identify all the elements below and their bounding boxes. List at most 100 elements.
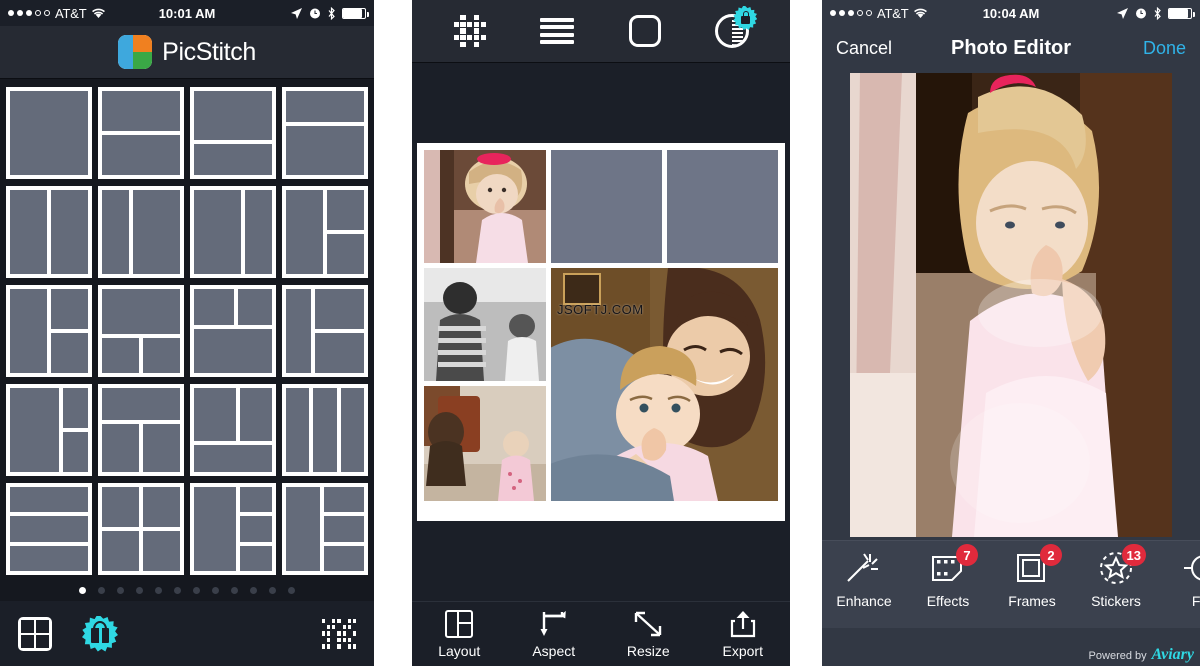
effects-tool[interactable]: 7 Effects xyxy=(906,544,990,609)
collage-editor-screen: JSOFTJ.COM Layout Aspect Resize Export xyxy=(412,0,790,666)
layout-template[interactable] xyxy=(98,483,184,575)
battery-icon xyxy=(1168,7,1195,19)
collage-bottom-tab-bar: Layout Aspect Resize Export xyxy=(412,601,790,666)
stickers-tool[interactable]: 13 Stickers xyxy=(1074,544,1158,609)
bluetooth-icon xyxy=(327,6,336,20)
collage-cell-1[interactable] xyxy=(424,150,546,263)
layout-template[interactable] xyxy=(282,285,368,377)
layout-grid-icon xyxy=(445,609,474,638)
status-badge: 2 xyxy=(1040,544,1062,566)
layout-template[interactable] xyxy=(190,285,276,377)
page-dot[interactable] xyxy=(231,587,238,594)
layout-template[interactable] xyxy=(98,285,184,377)
signal-strength-icon xyxy=(830,10,872,16)
layout-template[interactable] xyxy=(282,87,368,179)
editor-tool-bar: Enhance 7 Effects 2 Frames 13 Stickers F… xyxy=(822,540,1200,663)
editor-navigation-bar: Cancel Photo Editor Done xyxy=(822,26,1200,70)
template-cell xyxy=(286,190,323,274)
template-cell xyxy=(10,516,88,542)
layout-template[interactable] xyxy=(98,384,184,476)
collage-cell-6[interactable]: JSOFTJ.COM xyxy=(551,268,778,501)
template-cell xyxy=(194,329,272,373)
template-cell xyxy=(286,289,311,373)
layout-template[interactable] xyxy=(6,87,92,179)
layout-template[interactable] xyxy=(190,483,276,575)
gift-starburst-icon[interactable] xyxy=(82,615,118,652)
barcode-grid-icon[interactable] xyxy=(322,618,356,649)
template-cell xyxy=(51,190,88,274)
resize-tab-label: Resize xyxy=(626,642,670,659)
collage-cell-3[interactable] xyxy=(667,150,778,263)
layout-template[interactable] xyxy=(6,384,92,476)
app-header: PicStitch xyxy=(0,26,374,79)
layout-template[interactable] xyxy=(282,384,368,476)
layout-template[interactable] xyxy=(282,186,368,278)
page-dot[interactable] xyxy=(212,587,219,594)
layout-template[interactable] xyxy=(6,483,92,575)
resize-tab[interactable]: Resize xyxy=(608,610,688,659)
collage-cell-2[interactable] xyxy=(551,150,662,263)
template-cell xyxy=(63,432,88,472)
filters-button[interactable] xyxy=(709,6,758,52)
waffle-grid-icon xyxy=(453,15,486,47)
edited-photo[interactable] xyxy=(850,73,1172,537)
alarm-clock-icon xyxy=(1135,7,1147,19)
battery-icon xyxy=(342,7,369,19)
signal-strength-icon xyxy=(8,10,50,16)
layout-tab[interactable]: Layout xyxy=(419,609,499,659)
layout-template[interactable] xyxy=(6,186,92,278)
location-arrow-icon xyxy=(1116,7,1129,20)
template-cell xyxy=(313,388,337,472)
pattern-button[interactable] xyxy=(447,10,493,52)
template-cell xyxy=(286,91,364,122)
template-cell xyxy=(286,388,310,472)
template-cell xyxy=(143,487,180,527)
page-dot[interactable] xyxy=(117,587,124,594)
template-cell xyxy=(327,190,364,230)
carrier-label: AT&T xyxy=(55,5,87,21)
template-cell xyxy=(194,487,236,571)
done-button[interactable]: Done xyxy=(1143,38,1186,59)
frames-tool[interactable]: 2 Frames xyxy=(990,544,1074,609)
focus-tool[interactable]: Fo xyxy=(1158,551,1200,609)
page-dot[interactable] xyxy=(269,587,276,594)
carrier-label: AT&T xyxy=(877,5,909,21)
export-tab[interactable]: Export xyxy=(703,610,783,659)
collage-cell-4[interactable] xyxy=(424,268,546,381)
page-dot[interactable] xyxy=(288,587,295,594)
alarm-clock-icon xyxy=(309,7,321,19)
page-indicator[interactable] xyxy=(0,587,374,594)
layout-template[interactable] xyxy=(98,186,184,278)
aspect-tab-label: Aspect xyxy=(532,642,576,659)
borders-button[interactable] xyxy=(534,10,580,52)
page-dot[interactable] xyxy=(174,587,181,594)
template-cell xyxy=(314,289,364,329)
layout-template[interactable] xyxy=(98,87,184,179)
resize-diagonal-icon xyxy=(633,610,663,638)
corners-button[interactable] xyxy=(622,10,668,52)
template-cell xyxy=(239,516,272,542)
collage-frame[interactable]: JSOFTJ.COM xyxy=(417,143,785,521)
page-dot[interactable] xyxy=(98,587,105,594)
layout-template[interactable] xyxy=(6,285,92,377)
template-cell xyxy=(194,289,235,326)
layout-template[interactable] xyxy=(282,483,368,575)
page-dot[interactable] xyxy=(193,587,200,594)
enhance-tool[interactable]: Enhance xyxy=(822,551,906,609)
page-dot[interactable] xyxy=(79,587,86,594)
page-dot[interactable] xyxy=(136,587,143,594)
aspect-tab[interactable]: Aspect xyxy=(514,610,594,659)
grid-four-icon[interactable] xyxy=(18,616,52,651)
page-dot[interactable] xyxy=(250,587,257,594)
collage-cell-5[interactable] xyxy=(424,386,546,501)
template-cell xyxy=(10,487,88,513)
layout-template[interactable] xyxy=(190,186,276,278)
layout-template[interactable] xyxy=(190,384,276,476)
cancel-button[interactable]: Cancel xyxy=(836,38,892,59)
watermark-label: JSOFTJ.COM xyxy=(557,302,644,317)
wifi-icon xyxy=(91,7,106,19)
status-bar-left: AT&T xyxy=(8,6,106,21)
template-cell xyxy=(10,289,47,373)
page-dot[interactable] xyxy=(155,587,162,594)
layout-template[interactable] xyxy=(190,87,276,179)
